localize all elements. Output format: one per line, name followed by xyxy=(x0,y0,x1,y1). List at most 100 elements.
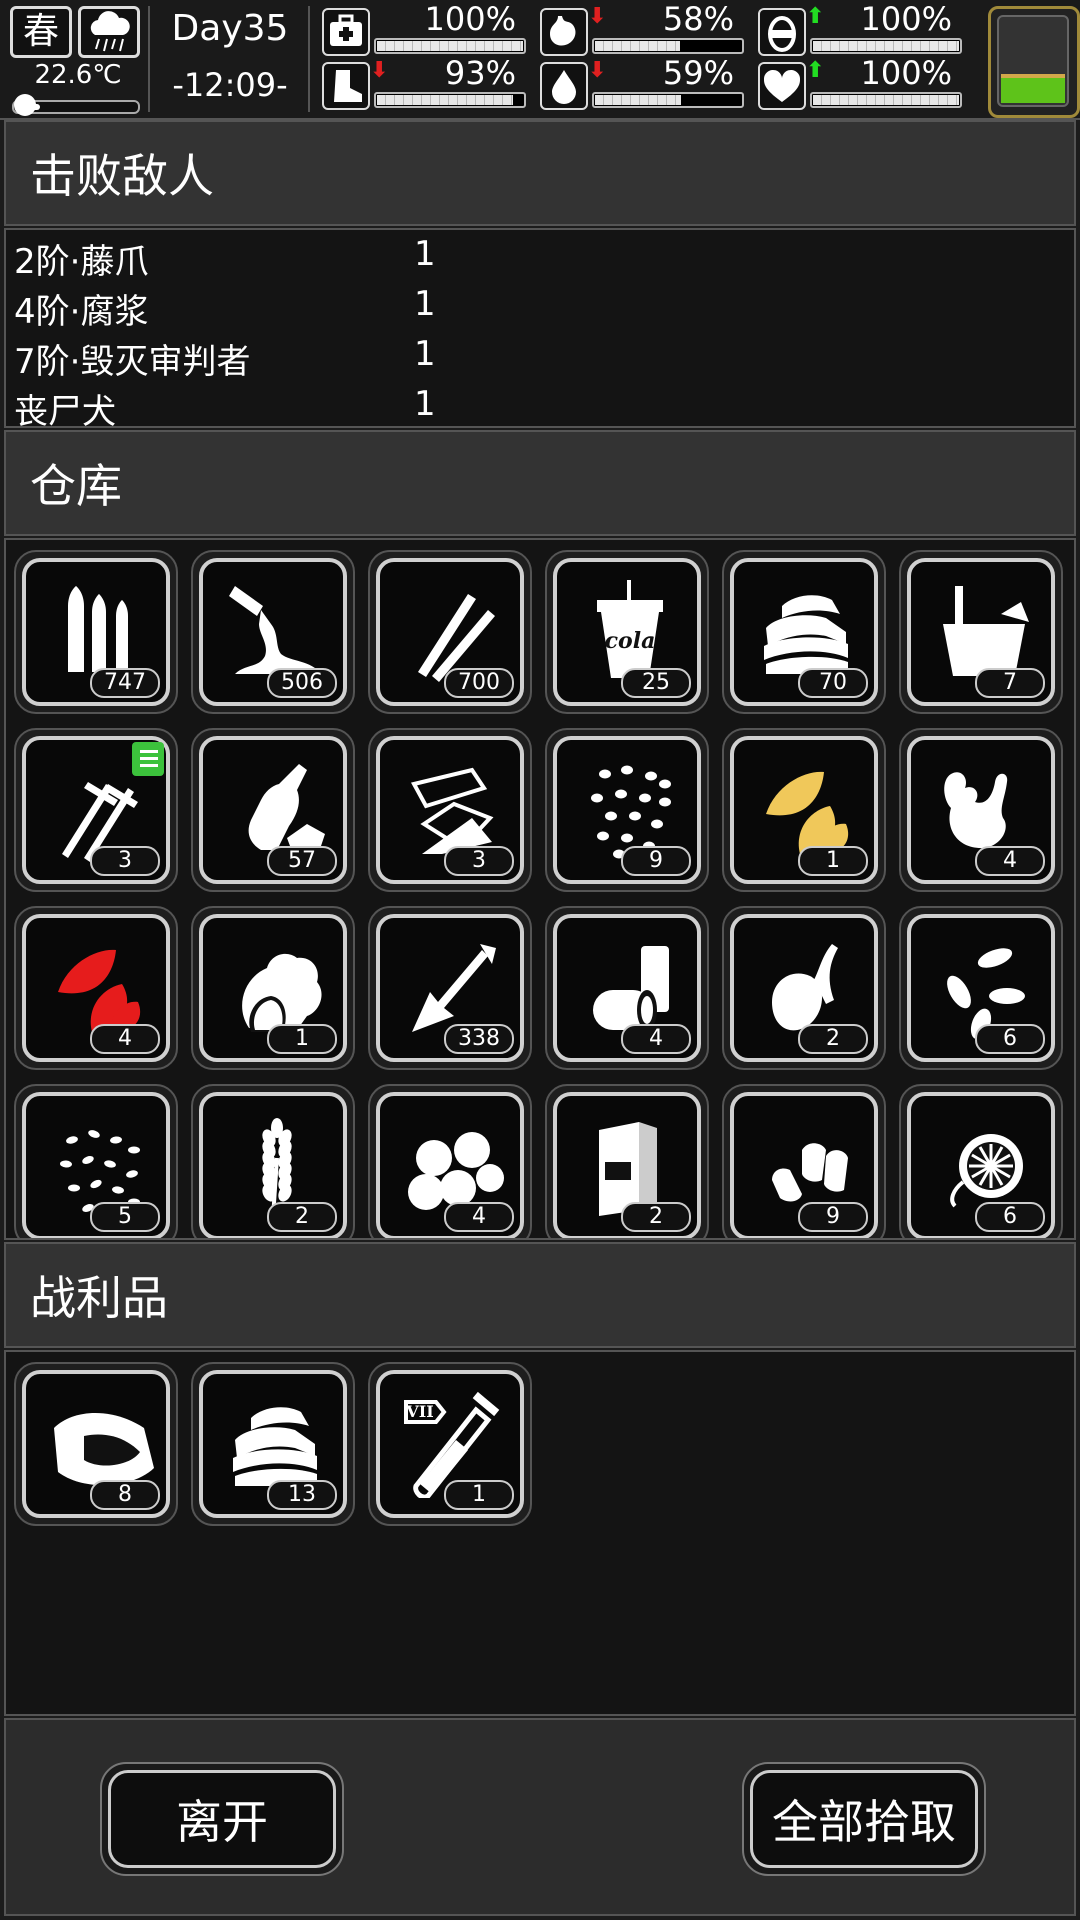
stat-percent: 100% xyxy=(860,54,952,92)
item-frame: 700 xyxy=(376,558,524,706)
item-slot[interactable]: 6 xyxy=(899,1084,1063,1238)
item-slot[interactable]: 9 xyxy=(722,1084,886,1238)
item-slot[interactable]: 338 xyxy=(368,906,532,1070)
item-frame: 338 xyxy=(376,914,524,1062)
item-slot[interactable]: 57 xyxy=(191,728,355,892)
temperature-gauge xyxy=(12,94,140,116)
loot-grid[interactable]: 8 13 VII 1 xyxy=(4,1350,1076,1716)
stat-trend-arrow: ⬆ xyxy=(806,4,825,29)
divider xyxy=(148,6,150,112)
item-frame: 1 xyxy=(199,914,347,1062)
item-slot[interactable]: 2 xyxy=(545,1084,709,1238)
stat-thirst: ⬇ 59% xyxy=(540,54,750,110)
divider xyxy=(308,6,310,112)
item-frame: 8 xyxy=(22,1370,170,1518)
item-slot[interactable]: 1 xyxy=(191,906,355,1070)
item-count: 3 xyxy=(444,846,514,876)
item-count: 13 xyxy=(267,1480,337,1510)
leave-button-label: 离开 xyxy=(108,1770,336,1868)
temperature-readout: 22.6℃ xyxy=(34,60,122,90)
item-frame: 4 xyxy=(553,914,701,1062)
enemy-row: 4阶·腐浆 1 xyxy=(14,284,1064,332)
enemy-name: 7阶·毁灭审判者 xyxy=(14,342,251,382)
boot-icon xyxy=(322,62,370,110)
take-all-button-label: 全部拾取 xyxy=(750,1770,978,1868)
note-tag-icon xyxy=(132,742,164,776)
item-slot[interactable]: 5 xyxy=(14,1084,178,1238)
enemy-row: 2阶·藤爪 1 xyxy=(14,234,1064,282)
item-count: 6 xyxy=(975,1024,1045,1054)
item-slot[interactable]: 4 xyxy=(545,906,709,1070)
stat-bar xyxy=(374,92,526,108)
item-frame: 1 xyxy=(730,736,878,884)
item-slot[interactable]: 7 xyxy=(899,550,1063,714)
storage-title: 仓库 xyxy=(30,459,122,513)
stat-trend-arrow: ⬇ xyxy=(588,4,607,29)
item-count: 1 xyxy=(798,846,868,876)
first-aid-kit-icon xyxy=(322,8,370,56)
item-slot[interactable]: 506 xyxy=(191,550,355,714)
item-frame: 13 xyxy=(199,1370,347,1518)
item-slot[interactable]: 13 xyxy=(191,1362,355,1526)
item-slot[interactable]: 2 xyxy=(722,906,886,1070)
item-count: 4 xyxy=(975,846,1045,876)
item-count: 6 xyxy=(975,1202,1045,1232)
item-slot[interactable]: 6 xyxy=(899,906,1063,1070)
item-slot[interactable]: 700 xyxy=(368,550,532,714)
item-slot[interactable]: 70 xyxy=(722,550,886,714)
stat-bar xyxy=(810,92,962,108)
item-count: 1 xyxy=(444,1480,514,1510)
enemy-row: 7阶·毁灭审判者 1 xyxy=(14,334,1064,382)
item-frame: 2 xyxy=(730,914,878,1062)
enemy-name: 4阶·腐浆 xyxy=(14,292,149,332)
enemy-row: 丧尸犬 1 xyxy=(14,384,1064,426)
stat-bar xyxy=(374,38,526,54)
season-label: 春 xyxy=(22,11,59,52)
item-slot[interactable]: 8 xyxy=(14,1362,178,1526)
water-drop-icon xyxy=(540,62,588,110)
take-all-button[interactable]: 全部拾取 xyxy=(742,1762,986,1876)
item-count: 2 xyxy=(267,1202,337,1232)
item-frame: 4 xyxy=(22,914,170,1062)
stat-trend-arrow: ⬆ xyxy=(806,58,825,83)
loot-header: 战利品 xyxy=(4,1242,1076,1348)
item-count: 4 xyxy=(444,1202,514,1232)
enemy-count: 1 xyxy=(414,234,436,274)
svg-text:cola: cola xyxy=(605,628,656,654)
item-slot[interactable]: VII 1 xyxy=(368,1362,532,1526)
stat-bar-fill xyxy=(377,95,513,105)
item-frame: VII 1 xyxy=(376,1370,524,1518)
item-frame: 747 xyxy=(22,558,170,706)
item-frame: 3 xyxy=(376,736,524,884)
stat-bar xyxy=(592,38,744,54)
item-count: 25 xyxy=(621,668,691,698)
leave-button[interactable]: 离开 xyxy=(100,1762,344,1876)
enemy-count: 1 xyxy=(414,384,436,424)
enemies-list[interactable]: 2阶·藤爪 1 4阶·腐浆 1 7阶·毁灭审判者 1 丧尸犬 1 xyxy=(4,228,1076,428)
item-frame: 6 xyxy=(907,914,1055,1062)
item-frame: 506 xyxy=(199,558,347,706)
item-slot[interactable]: 2 xyxy=(191,1084,355,1238)
storage-header: 仓库 xyxy=(4,430,1076,536)
item-frame: 2 xyxy=(199,1092,347,1238)
item-slot[interactable]: 747 xyxy=(14,550,178,714)
item-slot[interactable]: 1 xyxy=(722,728,886,892)
stat-percent: 58% xyxy=(662,0,734,38)
item-count: 2 xyxy=(798,1024,868,1054)
storage-grid[interactable]: 747 506 700 cola 25 70 7 3 57 3 9 1 4 4 … xyxy=(4,538,1076,1240)
item-slot[interactable]: cola 25 xyxy=(545,550,709,714)
item-slot[interactable]: 4 xyxy=(899,728,1063,892)
stat-trend-arrow: ⬇ xyxy=(588,58,607,83)
stat-hunger: ⬇ 58% xyxy=(540,0,750,56)
item-slot[interactable]: 9 xyxy=(545,728,709,892)
season-badge: 春 xyxy=(10,6,72,58)
item-count: 4 xyxy=(90,1024,160,1054)
item-frame: 3 xyxy=(22,736,170,884)
item-slot[interactable]: 3 xyxy=(368,728,532,892)
item-count: 57 xyxy=(267,846,337,876)
item-count: 9 xyxy=(621,846,691,876)
item-slot[interactable]: 4 xyxy=(368,1084,532,1238)
item-slot[interactable]: 4 xyxy=(14,906,178,1070)
item-count: 2 xyxy=(621,1202,691,1232)
item-slot[interactable]: 3 xyxy=(14,728,178,892)
